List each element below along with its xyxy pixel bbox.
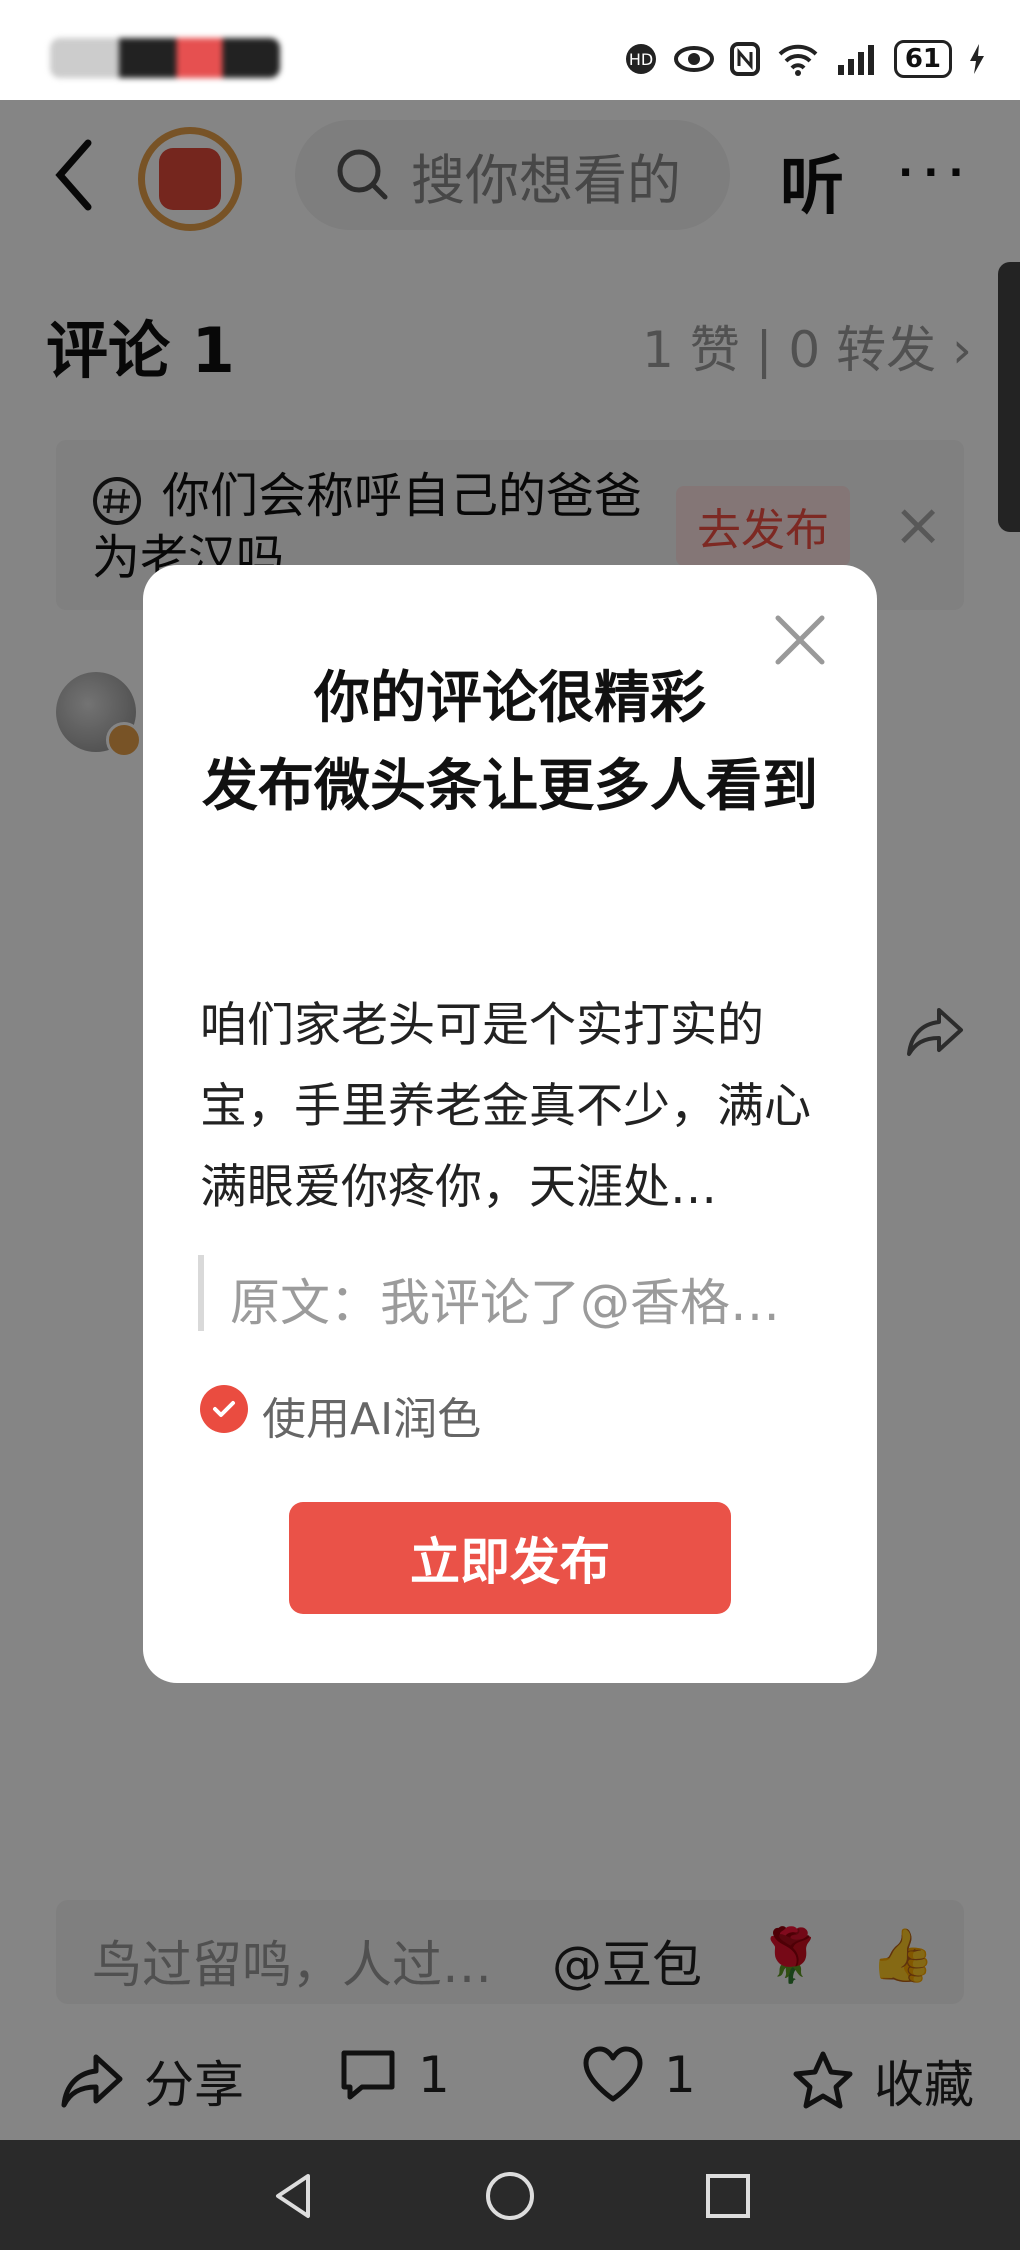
status-bar: HD 61 [0, 0, 1020, 100]
signal-icon [837, 45, 874, 75]
dialog-comment-preview: 咱们家老头可是个实打实的宝，手里养老金真不少，满心满眼爱你疼你，天涯处… [200, 998, 811, 1215]
charging-icon [970, 44, 984, 74]
ai-polish-checkbox[interactable] [200, 1385, 248, 1433]
dialog-title: 你的评论很精彩 发布微头条让更多人看到 [180, 655, 840, 831]
nfc-icon [729, 42, 760, 76]
battery-indicator: 61 [893, 40, 952, 78]
dialog-title-line2: 发布微头条让更多人看到 [202, 754, 818, 819]
nav-back-icon[interactable] [268, 2170, 320, 2222]
nav-home-icon[interactable] [484, 2170, 536, 2222]
blurred-notifications [50, 38, 280, 78]
svg-text:HD: HD [629, 50, 653, 69]
check-icon [213, 1401, 235, 1417]
nav-recents-icon[interactable] [702, 2170, 754, 2222]
eye-icon [673, 46, 714, 72]
status-icons: HD 61 [624, 34, 986, 84]
ai-polish-label[interactable]: 使用AI润色 [262, 1383, 481, 1447]
dialog-title-line1: 你的评论很精彩 [314, 666, 706, 731]
wifi-icon [778, 44, 818, 76]
dialog-original-quote: 原文：我评论了@香格… [230, 1274, 780, 1332]
hd-icon: HD [625, 44, 656, 74]
publish-now-button[interactable]: 立即发布 [289, 1502, 731, 1614]
